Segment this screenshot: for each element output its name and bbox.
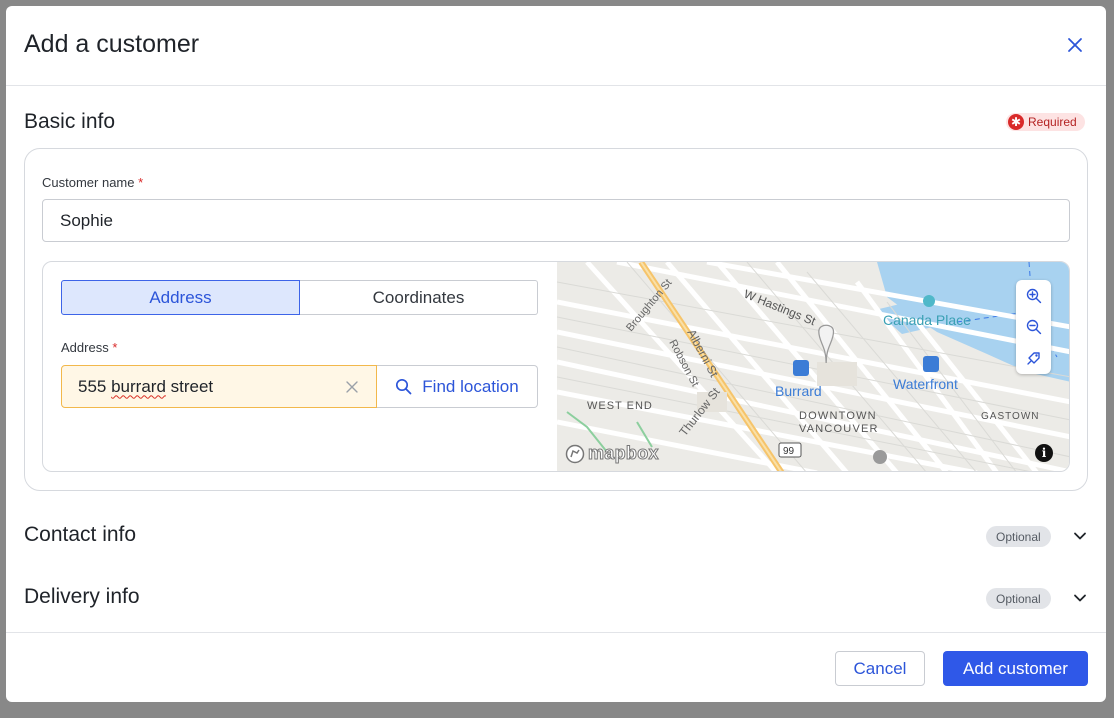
- zoom-out-icon: [1026, 319, 1041, 335]
- required-asterisk: *: [112, 340, 118, 355]
- clear-icon[interactable]: [344, 379, 360, 395]
- delivery-info-title: Delivery info: [24, 585, 140, 608]
- cancel-button[interactable]: Cancel: [835, 651, 925, 686]
- search-icon: [396, 378, 412, 395]
- map-label-waterfront: Waterfront: [893, 376, 958, 392]
- map-label-gastown: GASTOWN: [981, 411, 1039, 422]
- required-badge-label: Required: [1028, 115, 1077, 129]
- map-canvas: Broughton St W Hastings St Canada Place …: [557, 262, 1069, 471]
- find-location-label: Find location: [422, 376, 519, 396]
- place-of-worship-icon: [873, 450, 887, 464]
- close-icon: [1068, 38, 1082, 52]
- zoom-in-icon: [1026, 288, 1041, 303]
- optional-badge: Optional: [986, 588, 1051, 609]
- optional-badge: Optional: [986, 526, 1051, 547]
- mapbox-logo: mapbox: [565, 443, 659, 464]
- map-info-button[interactable]: i: [1035, 444, 1053, 462]
- address-mode-button[interactable]: Address: [61, 280, 300, 315]
- location-card: Address Coordinates Address * 555 burrar…: [42, 261, 1070, 472]
- find-location-button[interactable]: Find location: [377, 365, 538, 408]
- location-mode-toggle: Address Coordinates: [61, 280, 538, 315]
- basic-info-title: Basic info: [24, 110, 116, 133]
- mapbox-icon: [565, 444, 585, 463]
- map-label-route: 99: [783, 446, 795, 457]
- zoom-out-button[interactable]: [1023, 316, 1045, 338]
- required-badge: ✱ Required: [1006, 113, 1085, 131]
- zoom-in-button[interactable]: [1023, 285, 1045, 307]
- asterisk-icon: ✱: [1008, 114, 1024, 130]
- basic-info-card: Customer name * Sophie Address Coordinat…: [24, 148, 1088, 491]
- required-asterisk: *: [138, 175, 144, 190]
- locate-pin-icon: [1026, 352, 1040, 366]
- coordinates-mode-button[interactable]: Coordinates: [300, 280, 538, 315]
- customer-name-value: Sophie: [60, 210, 113, 230]
- transit-station-icon: [923, 356, 939, 372]
- customer-name-label: Customer name *: [42, 175, 143, 190]
- customer-name-label-text: Customer name: [42, 175, 135, 190]
- dialog-footer: Cancel Add customer: [6, 632, 1106, 702]
- dialog-header: Add a customer: [6, 6, 1106, 86]
- customer-name-input[interactable]: Sophie: [42, 199, 1070, 242]
- mapbox-wordmark: mapbox: [588, 443, 660, 464]
- contact-info-section[interactable]: Contact info Optional: [6, 516, 1106, 556]
- address-label-text: Address: [61, 340, 109, 355]
- address-value-part: street: [165, 376, 214, 396]
- canada-place-icon: [923, 295, 935, 307]
- map-controls: [1016, 280, 1051, 374]
- address-value-misspelled: burrard: [111, 376, 166, 396]
- map-label-burrard: Burrard: [775, 383, 822, 399]
- map-label-west-end: WEST END: [587, 400, 653, 412]
- transit-station-icon: [793, 360, 809, 376]
- address-value: 555 burrard street: [78, 377, 213, 397]
- contact-info-title: Contact info: [24, 523, 137, 546]
- add-customer-button[interactable]: Add customer: [943, 651, 1088, 686]
- location-map[interactable]: Broughton St W Hastings St Canada Place …: [557, 262, 1069, 471]
- address-input[interactable]: 555 burrard street: [61, 365, 377, 408]
- close-button[interactable]: [1064, 34, 1086, 56]
- map-label-downtown: DOWNTOWN: [799, 410, 877, 422]
- delivery-info-section[interactable]: Delivery info Optional: [6, 578, 1106, 618]
- chevron-down-icon[interactable]: [1072, 590, 1088, 606]
- add-customer-dialog: Add a customer Basic info ✱ Required Cus…: [6, 6, 1106, 702]
- map-label-vancouver: VANCOUVER: [799, 423, 879, 435]
- dialog-title: Add a customer: [24, 30, 200, 58]
- locate-button[interactable]: [1023, 347, 1045, 369]
- address-label: Address *: [61, 340, 117, 355]
- address-value-part: 555: [78, 376, 112, 396]
- chevron-down-icon[interactable]: [1072, 528, 1088, 544]
- map-label-canada-place: Canada Place: [883, 312, 971, 328]
